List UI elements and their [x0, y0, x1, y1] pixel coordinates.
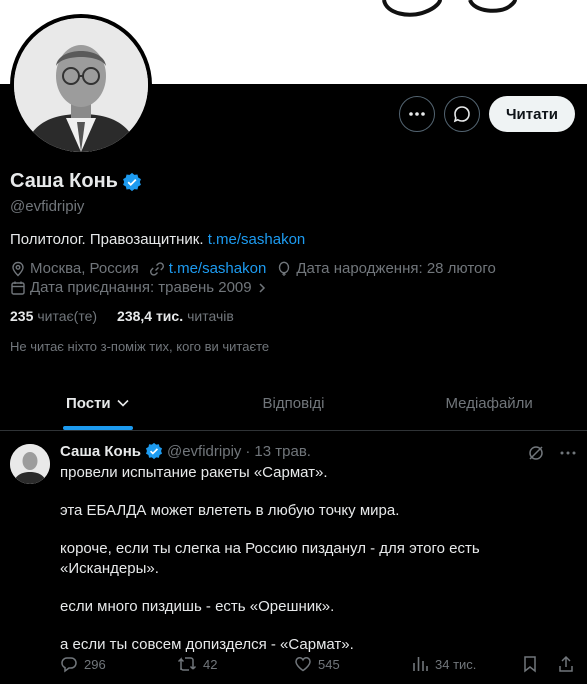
grok-icon[interactable]: [527, 444, 545, 462]
reply-button[interactable]: 296: [60, 655, 177, 673]
like-button[interactable]: 545: [294, 655, 411, 673]
birthday-item: Дата народження: 28 лютого: [276, 260, 496, 277]
location-text: Москва, Россия: [30, 260, 139, 277]
verified-badge-icon[interactable]: [122, 172, 142, 192]
following-count: 235: [10, 308, 34, 324]
post-line: провели испытание ракеты «Сармат».: [60, 464, 328, 481]
birthday-text: Дата народження: 28 лютого: [296, 260, 496, 277]
post-tools: [527, 444, 577, 462]
joined-item: Дата приєднання: травень 2009: [10, 279, 268, 296]
message-button[interactable]: [443, 96, 480, 132]
chevron-right-icon[interactable]: [256, 282, 268, 294]
post-author-handle[interactable]: @evfidripiy: [167, 443, 241, 460]
post-header: Саша Конь @evfidripiy · 13 трав.: [60, 442, 577, 460]
website-item: t.me/sashakon: [149, 260, 267, 277]
avatar: [14, 18, 148, 152]
reply-count: 296: [84, 656, 106, 672]
website-link[interactable]: t.me/sashakon: [169, 260, 267, 277]
profile-avatar-frame[interactable]: [10, 14, 152, 156]
follow-button[interactable]: Читати: [488, 96, 575, 132]
repost-icon: [177, 657, 197, 671]
profile-stats: 235 читає(те) 238,4 тис. читачів: [10, 308, 577, 324]
profile-meta: Москва, Россия t.me/sashakon Дата народж…: [10, 260, 577, 296]
post-author-name[interactable]: Саша Конь: [60, 443, 141, 460]
like-count: 545: [318, 656, 340, 672]
post-line: короче, если ты слегка на Россию пиздану…: [60, 540, 480, 577]
profile-tabs: Пости Відповіді Медіафайли: [0, 376, 587, 431]
repost-count: 42: [203, 656, 218, 672]
tab-media[interactable]: Медіафайли: [391, 376, 587, 430]
message-icon: [453, 106, 470, 123]
bio-text: Политолог. Правозащитник.: [10, 231, 204, 248]
post-separator: ·: [245, 442, 251, 460]
repost-button[interactable]: 42: [177, 655, 294, 673]
post-actions: 296 42 545 34 тис.: [60, 655, 577, 673]
bookmark-button[interactable]: [521, 655, 557, 673]
followers-label: читачів: [187, 308, 234, 324]
tab-media-label: Медіафайли: [445, 394, 533, 412]
chevron-down-icon: [117, 399, 129, 407]
profile-name: Саша Конь: [10, 170, 118, 192]
mutual-followers-note: Не читає ніхто з-поміж тих, кого ви чита…: [10, 339, 270, 354]
reply-icon: [61, 657, 77, 673]
post-line: если много пиздишь - есть «Орешник».: [60, 598, 335, 615]
more-button[interactable]: [398, 96, 435, 132]
following-label: читає(те): [37, 308, 98, 324]
post-line: а если ты совсем допизделся - «Сармат».: [60, 636, 354, 653]
location-icon: [12, 261, 24, 276]
tab-replies[interactable]: Відповіді: [196, 376, 392, 430]
post[interactable]: Саша Конь @evfidripiy · 13 трав. провели…: [0, 432, 587, 673]
heart-icon: [295, 657, 311, 672]
balloon-icon: [279, 261, 290, 276]
views-button[interactable]: 34 тис.: [411, 655, 521, 673]
tab-replies-label: Відповіді: [262, 394, 325, 412]
bookmark-icon: [524, 656, 536, 673]
post-body: Саша Конь @evfidripiy · 13 трав. провели…: [60, 442, 577, 655]
location-item: Москва, Россия: [10, 260, 139, 277]
views-icon: [413, 657, 428, 671]
more-icon[interactable]: [559, 444, 577, 462]
more-icon: [409, 112, 425, 116]
profile-bio: Политолог. Правозащитник. t.me/sashakon: [10, 231, 577, 248]
tab-posts-label: Пости: [66, 394, 111, 412]
views-count: 34 тис.: [435, 656, 477, 672]
post-text: провели испытание ракеты «Сармат». эта Е…: [60, 463, 577, 655]
post-date[interactable]: 13 трав.: [254, 443, 311, 460]
profile-handle: @evfidripiy: [10, 198, 85, 215]
profile-info: Саша Конь @evfidripiy Политолог. Правоза…: [10, 170, 577, 354]
tab-posts[interactable]: Пости: [0, 376, 196, 430]
post-line: эта ЕБАЛДА может влететь в любую точку м…: [60, 502, 400, 519]
verified-badge-icon[interactable]: [145, 442, 163, 460]
calendar-icon: [11, 281, 25, 295]
share-button[interactable]: [557, 655, 577, 673]
share-icon: [559, 655, 573, 672]
link-icon: [149, 261, 164, 276]
joined-text: Дата приєднання: травень 2009: [30, 279, 252, 296]
followers-count: 238,4 тис.: [117, 308, 184, 324]
following-stat[interactable]: 235 читає(те): [10, 308, 97, 324]
post-avatar[interactable]: [10, 444, 50, 484]
bio-link[interactable]: t.me/sashakon: [208, 231, 306, 248]
profile-actions: Читати: [398, 96, 575, 132]
followers-stat[interactable]: 238,4 тис. читачів: [117, 308, 234, 324]
